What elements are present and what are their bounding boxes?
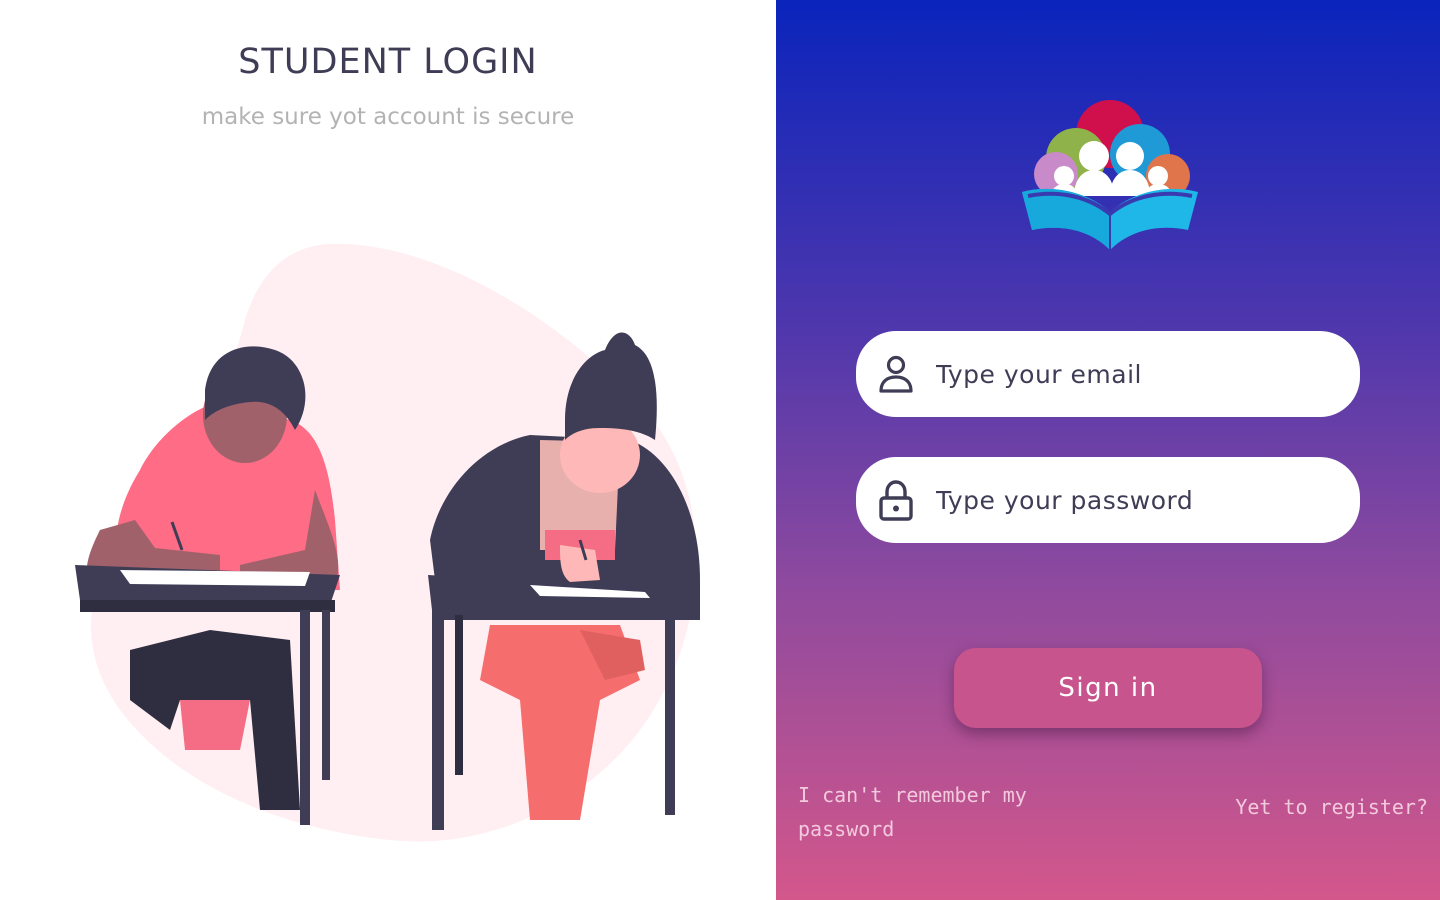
user-icon — [879, 355, 913, 393]
password-input[interactable] — [936, 477, 1336, 523]
forgot-password-link[interactable]: I can't remember my password — [798, 778, 1038, 846]
left-panel: STUDENT LOGIN make sure yot account is s… — [0, 0, 776, 900]
lock-icon — [879, 480, 913, 521]
school-logo — [1022, 100, 1198, 250]
sign-in-button[interactable]: Sign in — [954, 648, 1262, 728]
password-field-container — [856, 457, 1360, 543]
email-input[interactable] — [936, 351, 1336, 397]
right-panel: Sign in I can't remember my password Yet… — [776, 0, 1440, 900]
register-link[interactable]: Yet to register? — [1235, 795, 1428, 819]
login-page: STUDENT LOGIN make sure yot account is s… — [0, 0, 1440, 900]
students-taking-exam-illustration — [75, 243, 700, 842]
email-field-container — [856, 331, 1360, 417]
page-subtitle: make sure yot account is secure — [201, 104, 575, 130]
page-title: STUDENT LOGIN — [238, 42, 538, 82]
